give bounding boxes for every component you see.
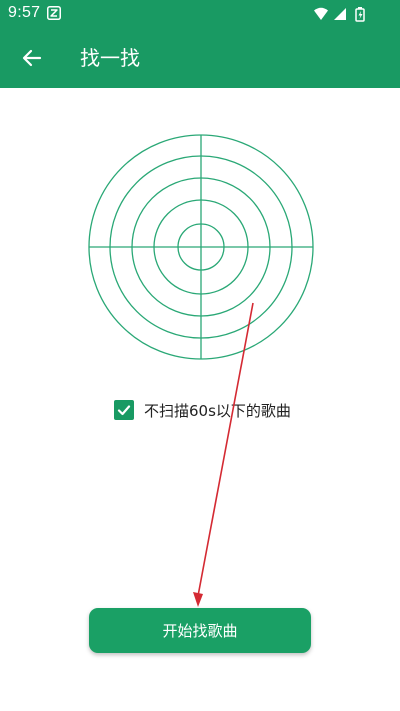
- arrow-left-icon: [22, 49, 42, 67]
- page-title: 找一找: [80, 46, 140, 70]
- skip-short-songs-checkbox[interactable]: 不扫描60s以下的歌曲: [114, 397, 291, 423]
- battery-icon: [355, 7, 365, 22]
- status-time: 9:57: [8, 4, 41, 21]
- check-icon: [117, 405, 131, 416]
- radar-icon: [88, 134, 314, 360]
- signal-icon: [334, 8, 346, 20]
- status-icons: [314, 7, 365, 22]
- checkbox-label: 不扫描60s以下的歌曲: [144, 401, 291, 420]
- start-search-button[interactable]: 开始找歌曲: [89, 608, 311, 653]
- checkbox-checked[interactable]: [114, 400, 134, 420]
- z-app-icon: [47, 6, 61, 20]
- status-bar: 9:57: [0, 0, 400, 28]
- back-button[interactable]: [8, 34, 56, 82]
- app-bar: 找一找: [0, 28, 400, 88]
- wifi-icon: [314, 7, 328, 20]
